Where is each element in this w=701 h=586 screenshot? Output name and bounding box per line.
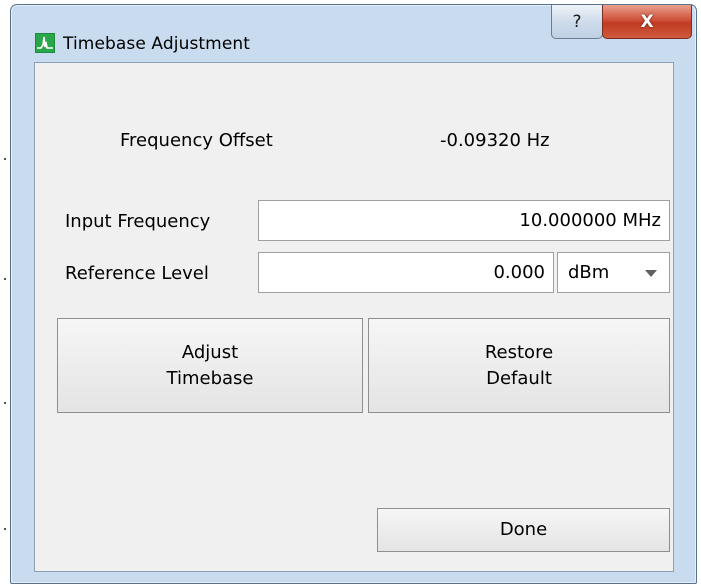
- adjust-timebase-button[interactable]: Adjust Timebase: [57, 318, 363, 413]
- input-frequency-field[interactable]: 10.000000 MHz: [258, 200, 670, 241]
- input-frequency-label: Input Frequency: [65, 211, 211, 232]
- done-button[interactable]: Done: [377, 508, 670, 552]
- restore-default-button[interactable]: Restore Default: [368, 318, 670, 413]
- edge-mark: [4, 402, 6, 404]
- title-bar[interactable]: Timebase Adjustment ? X: [11, 5, 696, 54]
- edge-mark: [4, 278, 6, 280]
- edge-mark: [4, 158, 6, 160]
- window-title: Timebase Adjustment: [63, 34, 251, 54]
- adjust-timebase-line1: Adjust: [181, 341, 239, 363]
- close-x-icon: X: [640, 11, 654, 32]
- reference-level-label: Reference Level: [65, 263, 209, 284]
- restore-default-line2: Default: [486, 367, 552, 389]
- frequency-offset-value: -0.09320 Hz: [440, 130, 550, 151]
- adjust-timebase-line2: Timebase: [166, 367, 254, 389]
- spectrum-waveform-icon: [35, 33, 55, 53]
- done-button-label: Done: [499, 519, 548, 540]
- chevron-down-icon: [645, 270, 657, 277]
- edge-mark: [4, 528, 6, 530]
- timebase-adjustment-dialog: Timebase Adjustment ? X Frequency Offset…: [10, 4, 697, 584]
- reference-level-field[interactable]: 0.000: [258, 252, 554, 293]
- frequency-offset-label: Frequency Offset: [120, 130, 273, 151]
- reference-unit-select[interactable]: dBm: [557, 252, 670, 293]
- background-strip: [0, 0, 10, 586]
- restore-default-line1: Restore: [484, 341, 554, 363]
- help-button[interactable]: ?: [551, 5, 603, 39]
- question-mark-icon: ?: [572, 11, 582, 32]
- reference-unit-value: dBm: [568, 262, 610, 283]
- close-button[interactable]: X: [602, 5, 692, 39]
- dialog-content: Frequency Offset -0.09320 Hz Input Frequ…: [34, 62, 674, 572]
